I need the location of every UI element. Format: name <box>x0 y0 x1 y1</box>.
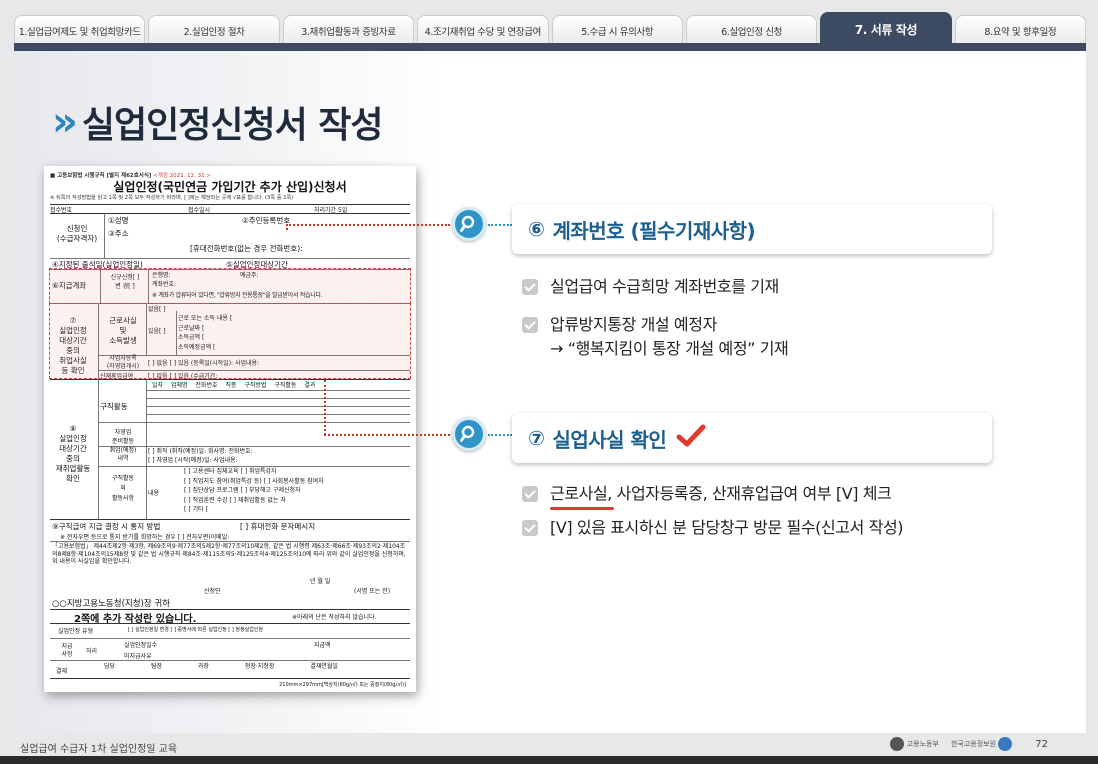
employed-label: 취업(예정) 내역 <box>109 447 137 462</box>
callout-7-bullet-2: [V] 있음 표시하신 분 담당창구 방문 필수(신고서 작성) <box>522 516 904 540</box>
magnifier-icon <box>452 207 486 241</box>
section8-label: ⑧ 실업인정 대상기간 중의 재취업활동 확인 <box>55 424 91 483</box>
checkmark-icon <box>676 424 706 453</box>
footer-logos: 고용노동부 한국고용정보원 72 <box>889 737 1048 751</box>
keis-logo: 한국고용정보원 <box>951 737 1015 751</box>
sign-note: (서명 또는 인) <box>354 588 391 595</box>
below-note: ※아래의 난은 작성하지 않습니다. <box>292 614 377 621</box>
form-document: ■ 고용보험법 시행규칙 [별지 제62호서식] <개정 2021. 12. 3… <box>44 166 416 692</box>
mail-note: ※ 전자우편 등으로 통지 받기를 희망하는 경우 [ ] 전자우편(이메일: <box>60 534 230 541</box>
recog-days: 실업인정일수 <box>124 642 158 649</box>
highlight-work-fact <box>49 303 411 379</box>
bottom-bar <box>0 756 1098 764</box>
notify-method: ⑨구직급여 지급 결정 시 통지 방법 <box>52 522 161 531</box>
callout-7-title: 실업사실 확인 <box>552 427 667 452</box>
callout-6-dots <box>488 224 512 226</box>
unpaid-reason: 미지급사유 <box>124 653 152 660</box>
tab-1[interactable]: 1.실업급여제도 및 취업희망카드 <box>14 15 146 45</box>
address-field: ③주소 <box>108 229 129 238</box>
tab-2[interactable]: 2.실업인정 절차 <box>148 15 280 45</box>
highlight-account <box>49 268 411 304</box>
checkbox-icon <box>522 317 538 333</box>
pay-amount: 지급액 <box>314 642 331 649</box>
checkbox-icon <box>522 486 538 502</box>
tab-underline <box>14 43 1086 51</box>
course-name: 실업급여 수급자 1차 실업인정일 교육 <box>20 744 178 755</box>
slide-title: » 실업인정신청서 작성 <box>52 96 384 148</box>
process-label: 처리 <box>86 648 98 655</box>
other-activity-label: 구직활동 외 활동사항 <box>111 475 135 502</box>
connector-6 <box>286 224 450 226</box>
callout-6-bullet-1: 실업급여 수급희망 계좌번호를 기재 <box>522 275 779 299</box>
page-number: 72 <box>1035 738 1048 750</box>
callout-7-dots <box>488 434 512 436</box>
paper-spec: 210mm×297mm[백상지(80g/㎡) 또는 중질지(80g/㎡)] <box>279 682 406 688</box>
ministry-logo-icon <box>889 737 904 751</box>
tab-6[interactable]: 6.실업인정 신청 <box>685 15 818 45</box>
tab-7[interactable]: 7. 서류 작성 <box>820 12 952 45</box>
chevron-icon: » <box>52 99 78 145</box>
job-search-label: 구직활동 <box>100 402 128 411</box>
date-line: 년 월 일 <box>310 578 331 585</box>
office-label: ○○지방고용노동청(지청)장 귀하 <box>52 599 171 609</box>
magnifier-icon <box>452 417 486 451</box>
callout-6-bullet-2: 압류방지통장 개설 예정자 → “행복지킴이 통장 개설 예정” 기재 <box>522 313 789 361</box>
underline-work-fact <box>550 507 614 510</box>
notify-options: [ ] 휴대전화 문자메시지 <box>240 522 316 531</box>
checkbox-icon <box>522 279 538 295</box>
callout-6-num: ⑥ <box>528 217 545 241</box>
type-options: [ ] 실업인정일 변경 [ ] 증명서에 따른 실업인정 [ ] 정정실업인정 <box>128 627 263 633</box>
signer-label: 신청인 <box>204 588 221 595</box>
sign-columns: 담당 팀장 과장 청장·지청장 결재연월일 <box>104 663 338 670</box>
content-label: 내용 <box>148 490 160 497</box>
pay-label: 지급 사항 <box>61 643 73 658</box>
connector-7 <box>324 434 450 436</box>
keis-logo-icon <box>998 737 1013 751</box>
applicant-label: 신청인 (수급자격자) <box>56 224 98 243</box>
approve-label: 결재 <box>56 668 68 675</box>
slide-title-text: 실업인정신청서 작성 <box>81 105 384 146</box>
connector-7-vertical <box>324 380 326 435</box>
job-columns: 일자 업체명 전화번호 직종 구직방법 구직활동 결과 <box>152 382 316 389</box>
tab-3[interactable]: 3.재취업활동과 증빙자료 <box>282 15 415 45</box>
phone-field: [휴대전화번호(없는 경우 전화번호): <box>190 244 303 253</box>
checkbox-icon <box>522 520 538 536</box>
law-text: 「고용보험법」 제44조제2항·제3항, 제69조의9·제77조의5제2항·제7… <box>52 543 406 565</box>
self-emp-label: 자영업 준비활동 <box>111 429 135 445</box>
activity-options: [ ] 고용센터 집체교육 [ ] 취업특강자 [ ] 직업지도 참여(취업특강… <box>184 468 324 513</box>
name-field: ①성명 <box>108 216 129 225</box>
rrn-field: ②주민등록번호 <box>242 216 291 225</box>
connector-6-drop <box>286 224 288 230</box>
tab-bar: 1.실업급여제도 및 취업희망카드 2.실업인정 절차 3.재취업활동과 증빙자… <box>14 12 1086 45</box>
ministry-logo: 고용노동부 <box>889 737 939 751</box>
tab-4[interactable]: 4.조기재취업 수당 및 연장급여 <box>417 15 549 45</box>
callout-work-fact: ⑦ 실업사실 확인 <box>512 413 992 463</box>
tab-8[interactable]: 8.요약 및 향후일정 <box>954 15 1086 45</box>
form-note: ※ 뒤쪽의 작성방법을 읽고 1쪽 및 2쪽 모두 작성하기 바라며, [ ]에… <box>50 195 294 201</box>
callout-account-number: ⑥ 계좌번호 (필수기재사항) <box>512 204 992 254</box>
type-label: 실업인정 유형 <box>58 628 94 635</box>
callout-7-num: ⑦ <box>528 426 545 450</box>
form-title: 실업인정(국민연금 가입기간 추가 산입)신청서 <box>113 180 347 194</box>
employed-options: [ ] 취직 (취직(예정)일: 회사명: 전화번호: [ ] 자영업 [시작(… <box>148 448 253 464</box>
tab-5[interactable]: 5.수급 시 유의사항 <box>551 15 683 45</box>
callout-7-bullet-1: 근로사실, 사업자등록증, 산재휴업급여 여부 [V] 체크 <box>522 482 892 506</box>
callout-6-title: 계좌번호 (필수기재사항) <box>552 218 756 243</box>
